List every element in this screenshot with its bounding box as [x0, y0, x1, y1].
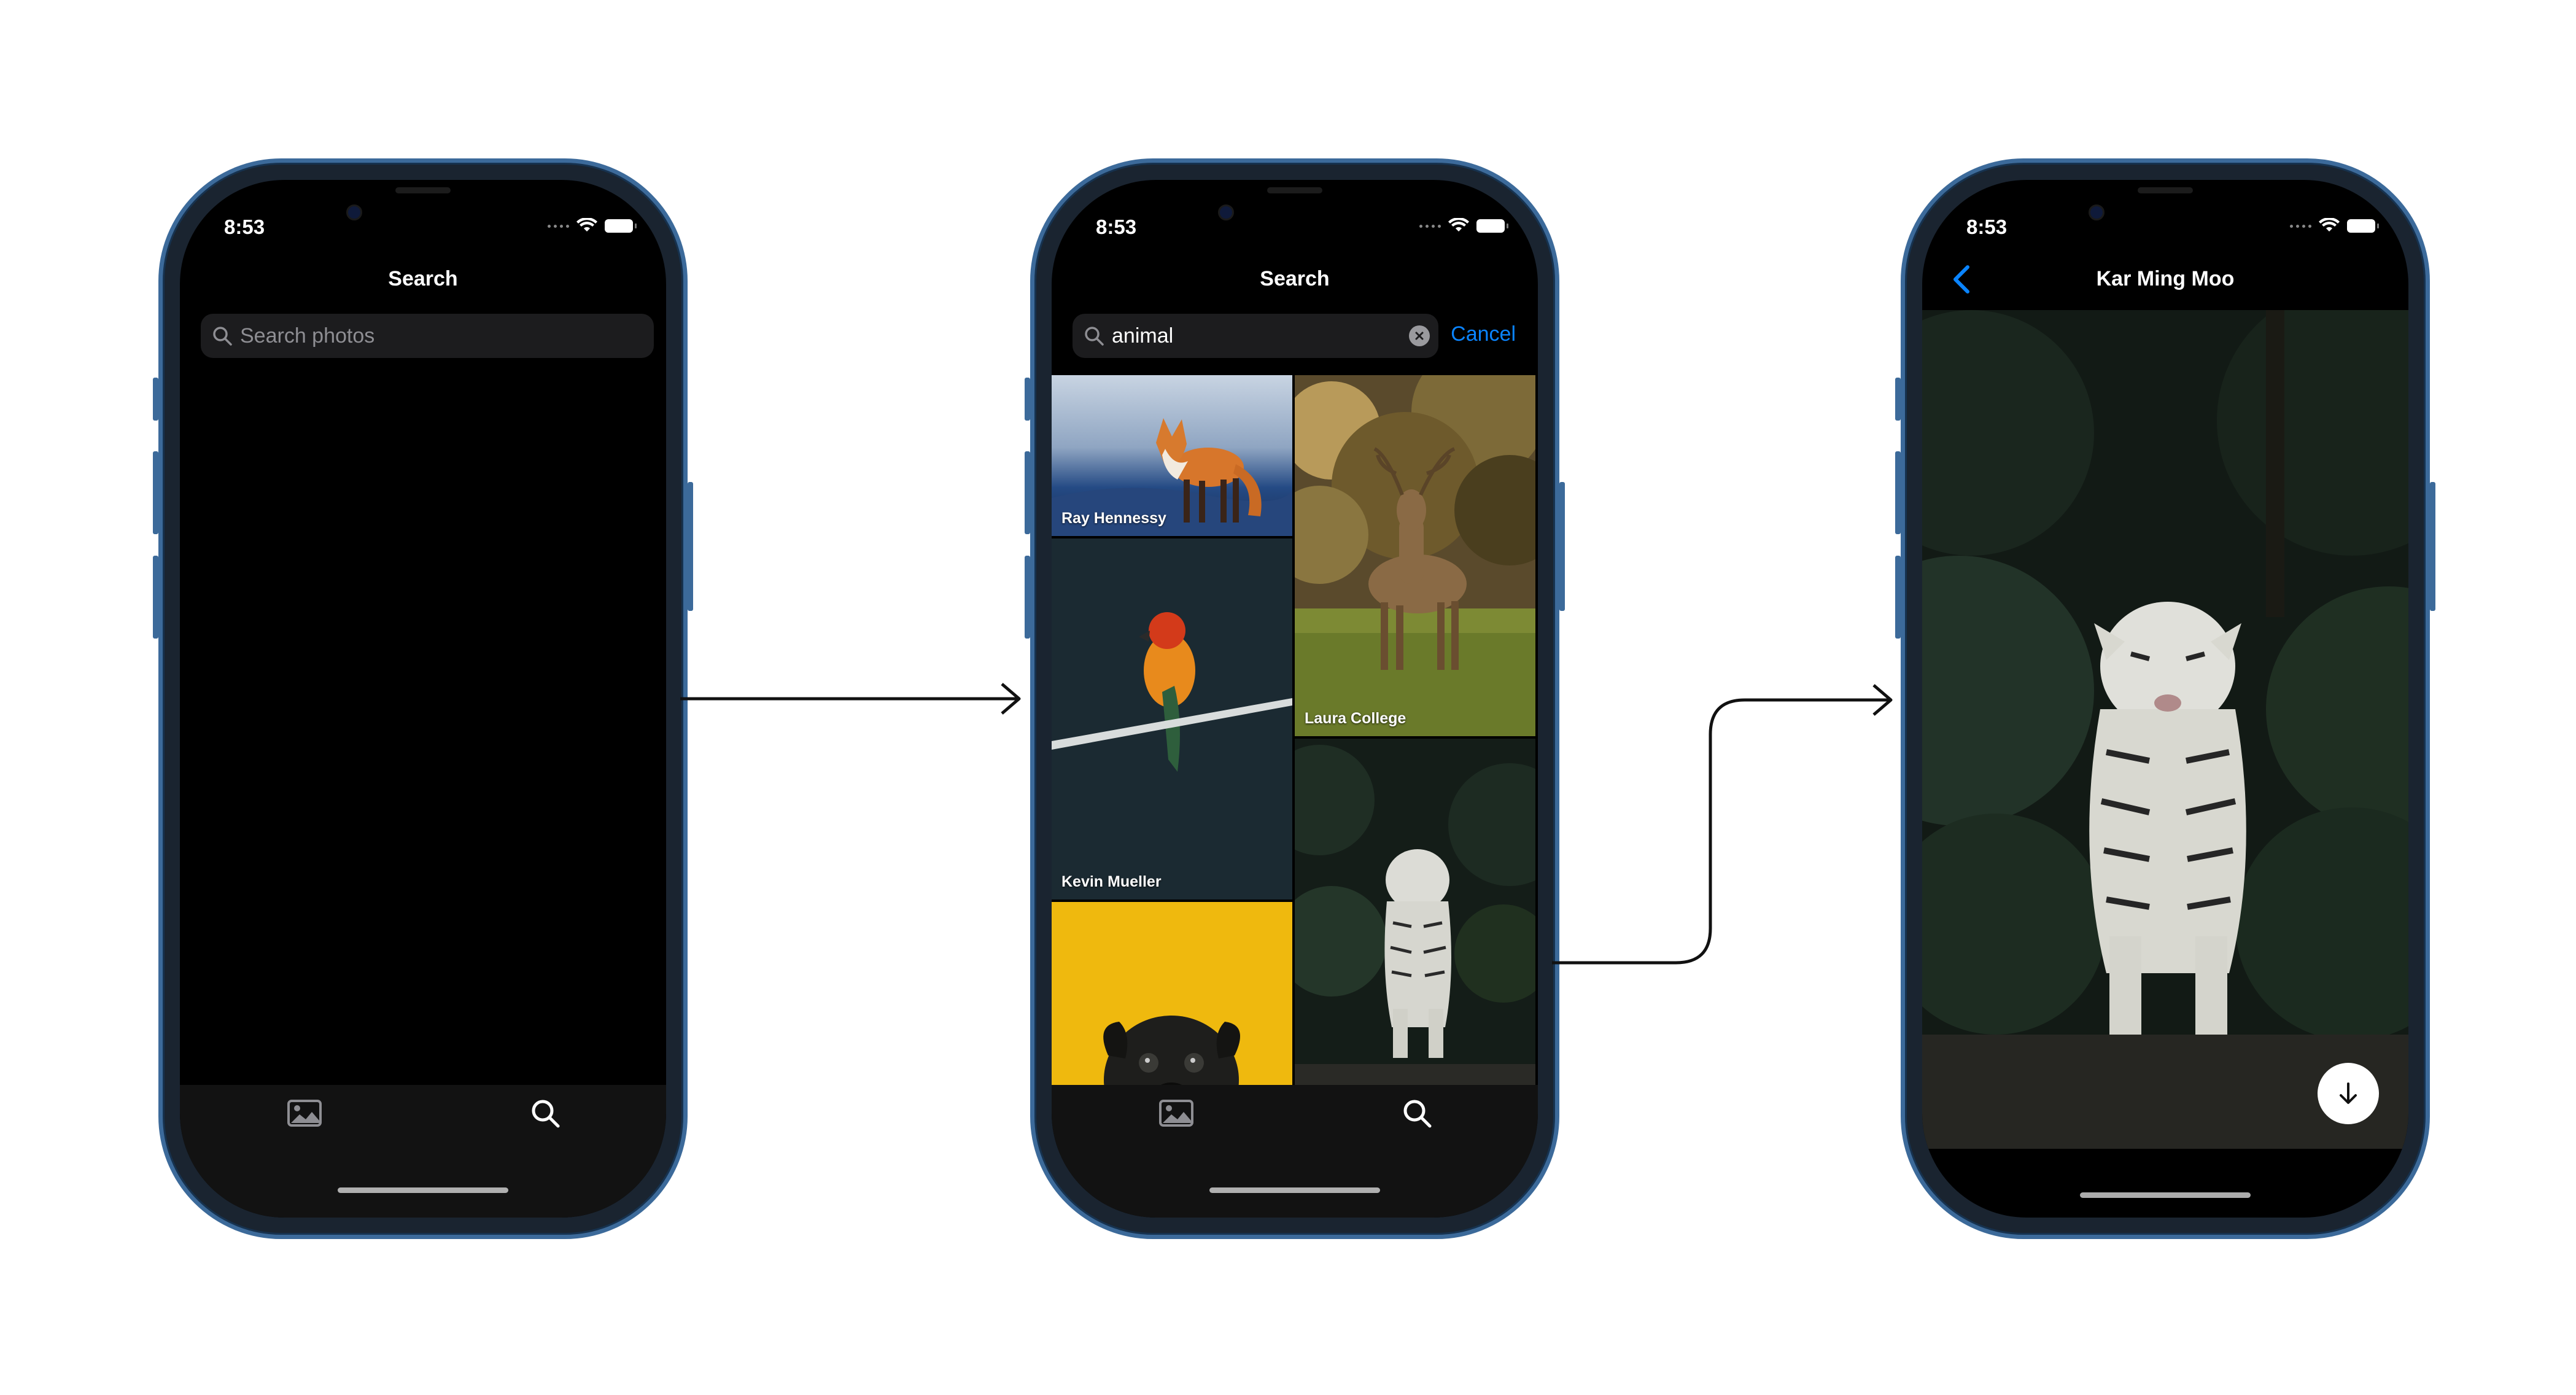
- notch: [322, 180, 524, 234]
- notch: [2064, 180, 2267, 234]
- notch: [1193, 180, 1396, 234]
- signal-icon: [1419, 224, 1441, 228]
- status-time: 8:53: [1096, 216, 1137, 238]
- battery-icon: [2347, 219, 2379, 233]
- signal-icon: [2290, 224, 2311, 228]
- wifi-icon: [2319, 218, 2340, 231]
- status-time: 8:53: [224, 216, 265, 238]
- signal-icon: [548, 224, 569, 228]
- flow-arrow-results-to-detail: [1552, 698, 1891, 965]
- status-icons: [1419, 216, 1508, 236]
- wifi-icon: [576, 218, 597, 231]
- status-time: 8:53: [1966, 216, 2008, 238]
- battery-icon: [1476, 219, 1508, 233]
- battery-icon: [605, 219, 637, 233]
- status-icons: [548, 216, 637, 236]
- status-icons: [2290, 216, 2379, 236]
- wifi-icon: [1448, 218, 1469, 231]
